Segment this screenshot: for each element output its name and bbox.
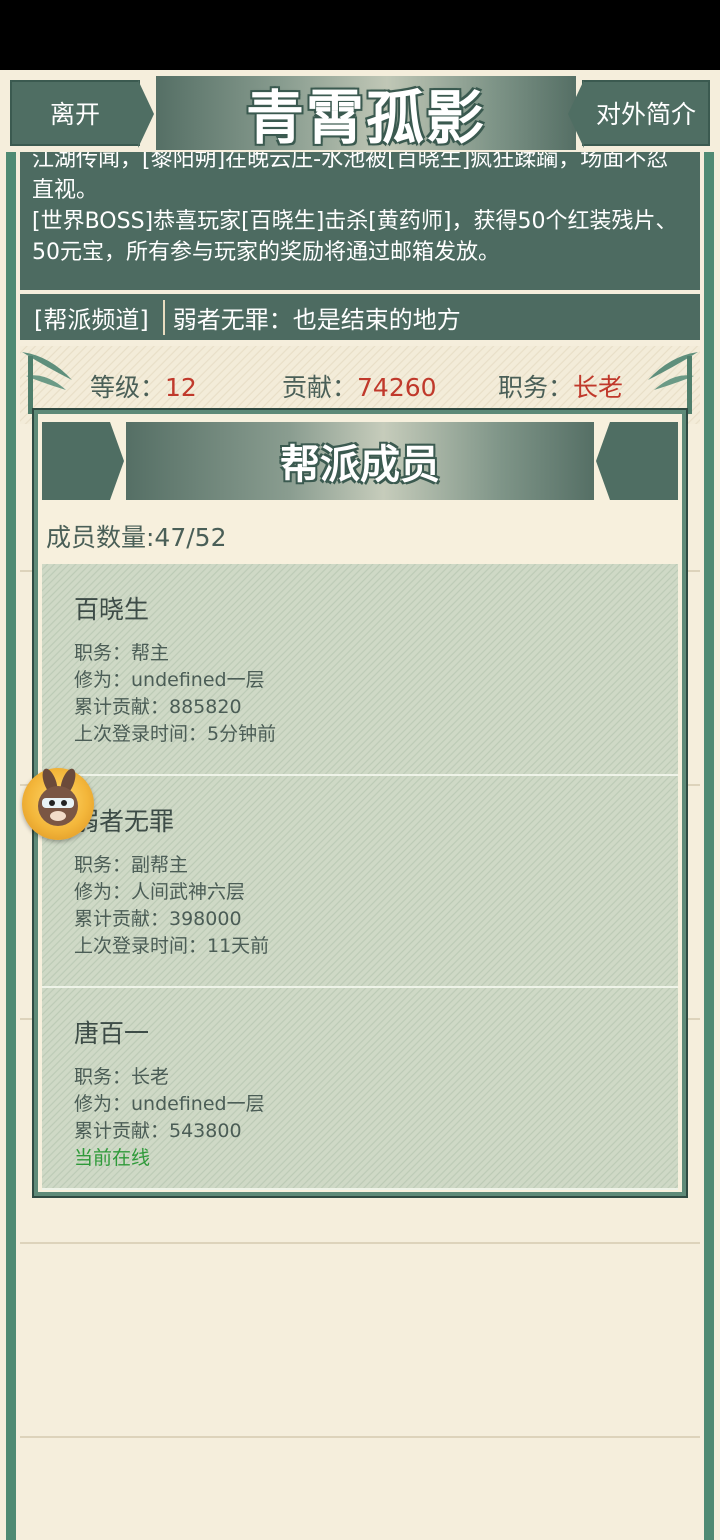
- member-card[interactable]: 弱者无罪 职务：副帮主 修为：人间武神六层 累计贡献：398000 上次登录时间…: [42, 776, 678, 988]
- member-contribution: 累计贡献：398000: [74, 908, 242, 930]
- member-count: 成员数量:47/52: [46, 523, 227, 552]
- rabbit-mascot-icon: [38, 768, 78, 826]
- panel-header-right: [596, 422, 678, 500]
- level-label: 等级：: [90, 373, 166, 402]
- news-feed[interactable]: 江湖传闻，[黎阳朔]在晚云庄-水池被[百晓生]疯狂蹂躏，场面不忍直视。 [世界B…: [20, 152, 700, 290]
- member-last-login: 上次登录时间：5分钟前: [74, 723, 277, 745]
- news-item: 江湖传闻，[黎阳朔]在晚云庄-水池被[百晓生]疯狂蹂躏，场面不忍直视。: [32, 152, 669, 203]
- bamboo-leaf-icon: [648, 352, 698, 414]
- member-role: 职务：副帮主: [74, 854, 189, 876]
- member-cultivation: 修为：undefined一层: [74, 669, 265, 691]
- member-card[interactable]: 百晓生 职务：帮主 修为：undefined一层 累计贡献：885820 上次登…: [42, 564, 678, 776]
- guild-members-panel: 帮派成员 成员数量:47/52 百晓生 职务：帮主 修为：undefined一层…: [34, 410, 686, 1196]
- level-stat: 等级：12: [90, 368, 197, 404]
- member-name: 唐百一: [74, 1019, 150, 1048]
- position-label: 职务：: [498, 373, 574, 402]
- header: 离开 青霄孤影 对外简介: [0, 70, 720, 152]
- member-name: 百晓生: [74, 595, 150, 624]
- contribution-value: 74260: [357, 373, 437, 402]
- panel-header-left: [42, 422, 124, 500]
- member-cultivation: 修为：undefined一层: [74, 1093, 265, 1115]
- member-card[interactable]: 唐百一 职务：长老 修为：undefined一层 累计贡献：543800 当前在…: [42, 988, 678, 1190]
- member-online-status: 当前在线: [74, 1147, 151, 1169]
- leave-button[interactable]: 离开: [10, 80, 154, 148]
- right-rail: [704, 152, 714, 1540]
- member-list[interactable]: 百晓生 职务：帮主 修为：undefined一层 累计贡献：885820 上次登…: [42, 564, 678, 1190]
- status-bar: [0, 0, 720, 70]
- guild-title: 青霄孤影: [245, 84, 486, 152]
- contribution-label: 贡献：: [282, 373, 358, 402]
- channel-message: 弱者无罪：也是结束的地方: [172, 305, 461, 334]
- contribution-stat: 贡献：74260: [282, 368, 437, 404]
- panel-title: 帮派成员: [280, 441, 440, 488]
- guild-title-banner: 青霄孤影: [156, 76, 576, 152]
- channel-tag: [帮派频道]: [34, 299, 165, 335]
- member-cultivation: 修为：人间武神六层: [74, 881, 246, 903]
- member-role: 职务：长老: [74, 1066, 170, 1088]
- floating-assistant-avatar[interactable]: [22, 768, 94, 840]
- guild-channel-bar[interactable]: [帮派频道] 弱者无罪：也是结束的地方: [20, 294, 700, 340]
- member-last-login: 上次登录时间：11天前: [74, 935, 270, 957]
- left-rail: [6, 152, 16, 1540]
- panel-title-banner: 帮派成员: [126, 422, 594, 500]
- bamboo-leaf-icon: [22, 352, 72, 414]
- position-stat: 职务：长老: [498, 368, 623, 404]
- level-value: 12: [165, 373, 197, 402]
- position-value: 长老: [573, 373, 624, 402]
- member-contribution: 累计贡献：543800: [74, 1120, 242, 1142]
- member-name: 弱者无罪: [74, 807, 175, 836]
- public-intro-button[interactable]: 对外简介: [568, 80, 710, 148]
- panel-header: 帮派成员: [38, 414, 682, 500]
- member-contribution: 累计贡献：885820: [74, 696, 242, 718]
- news-item: [世界BOSS]恭喜玩家[百晓生]击杀[黄药师]，获得50个红装残片、50元宝，…: [32, 209, 678, 265]
- member-role: 职务：帮主: [74, 642, 170, 664]
